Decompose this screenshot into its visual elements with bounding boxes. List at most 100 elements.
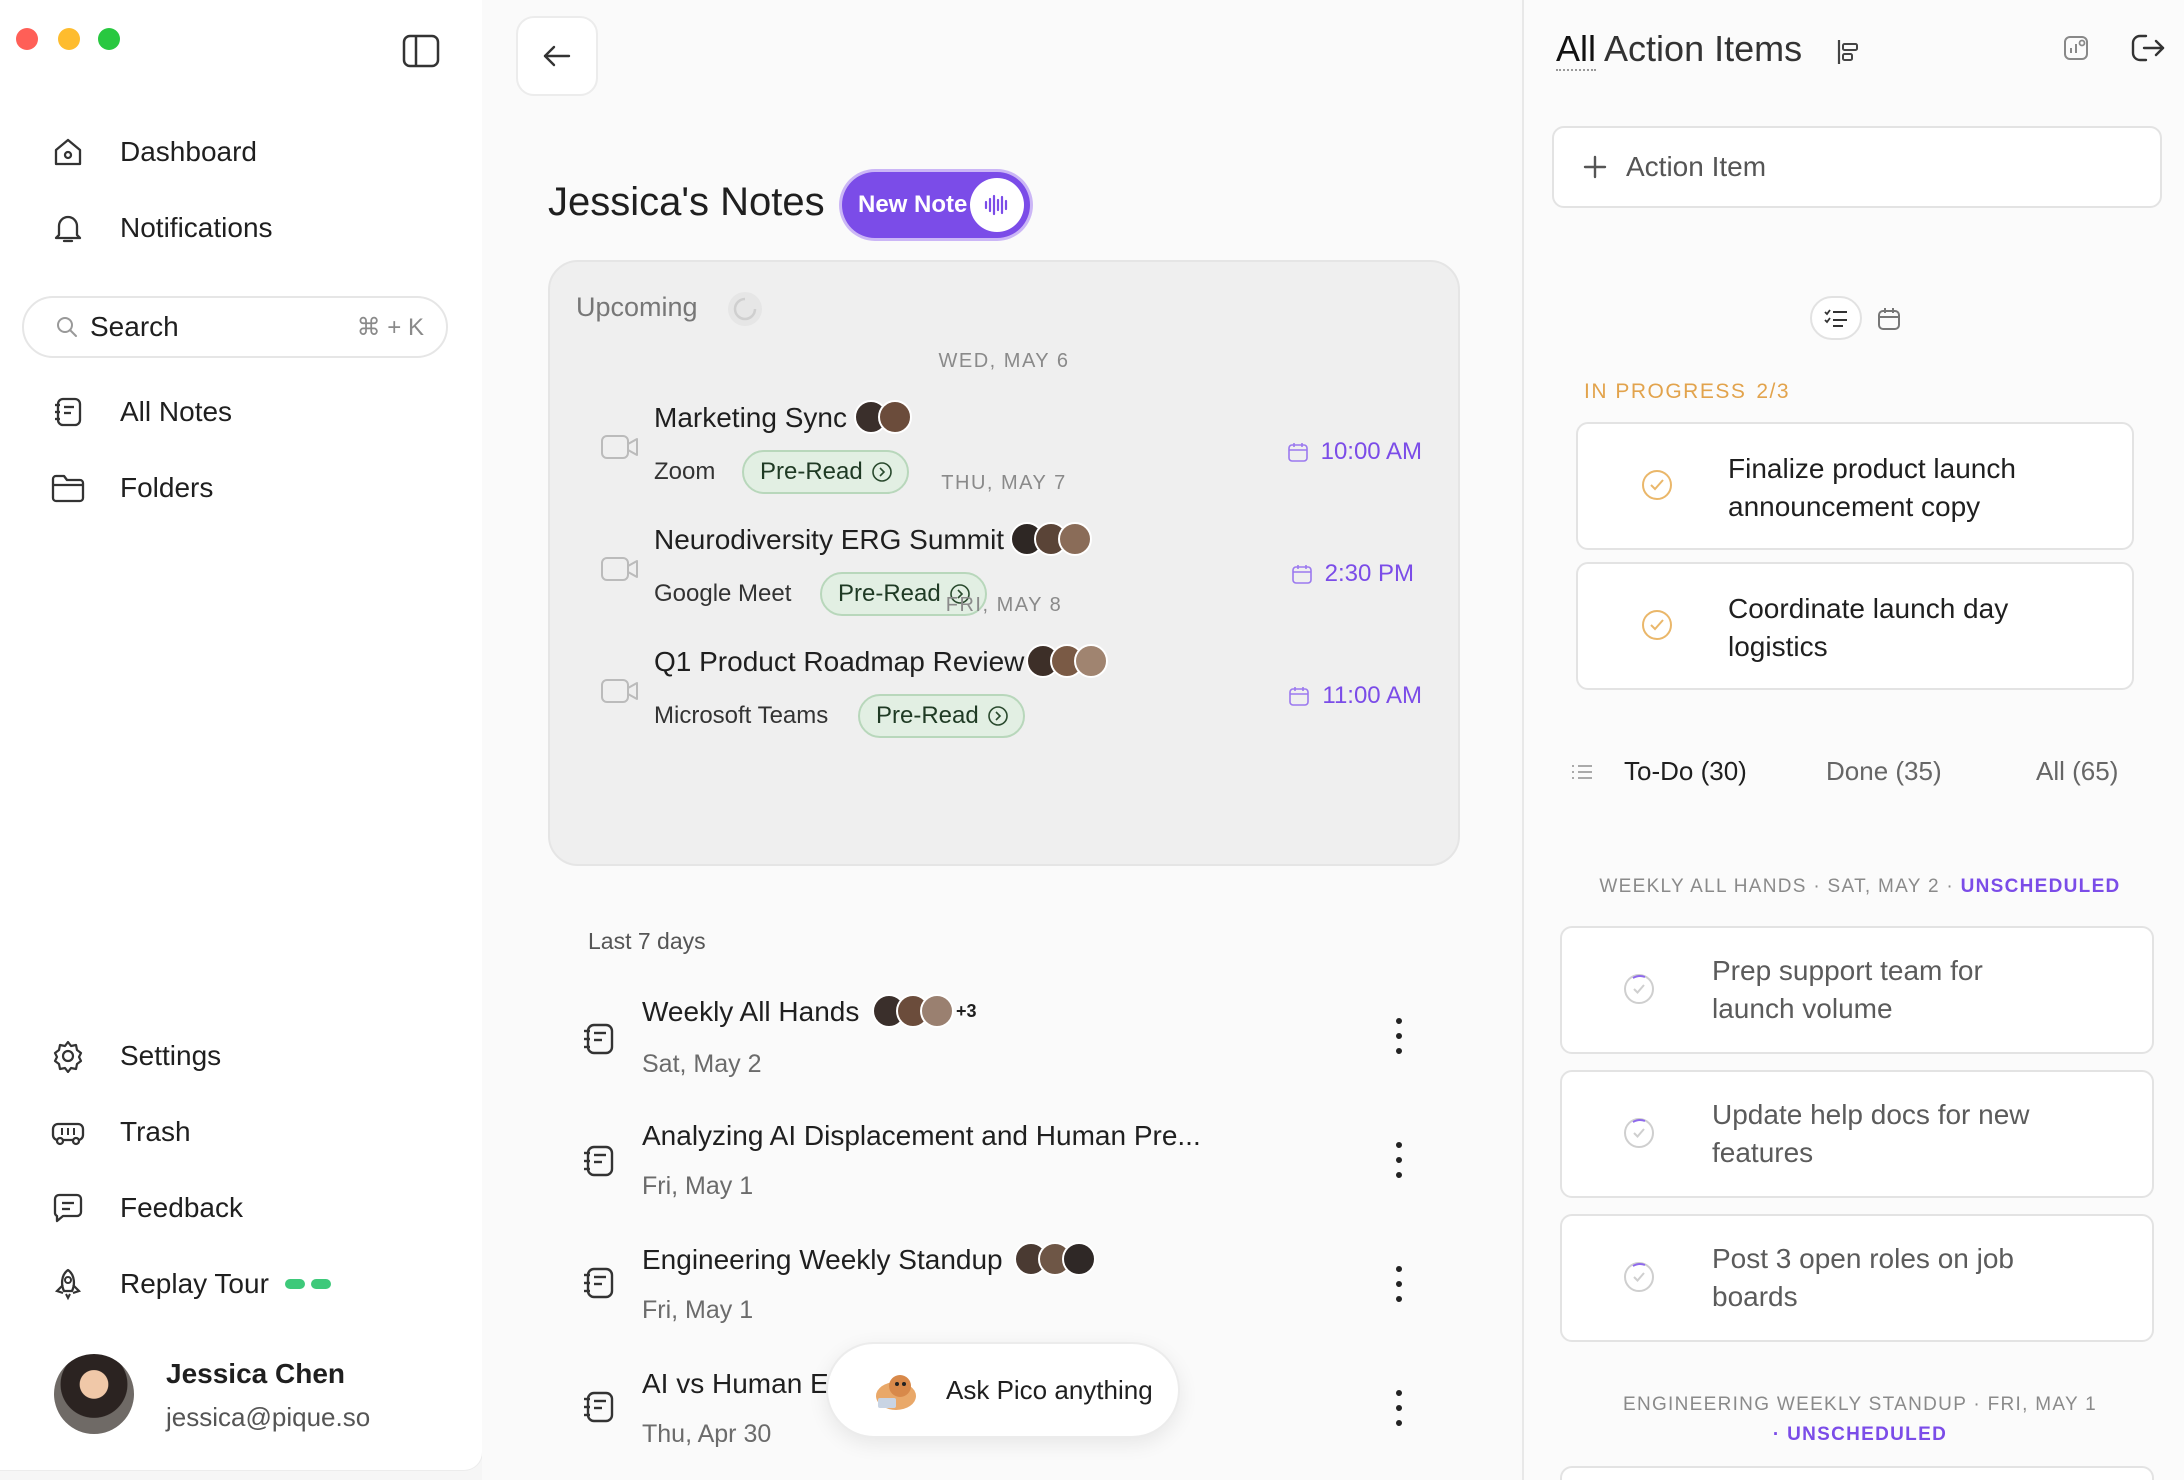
- analytics-icon[interactable]: [2062, 34, 2090, 62]
- sidebar-item-label: Feedback: [120, 1192, 243, 1223]
- avatar[interactable]: [54, 1354, 134, 1434]
- calendar-icon: [1288, 685, 1310, 707]
- sidebar-item-label: Dashboard: [120, 136, 257, 167]
- group-header: WEEKLY ALL HANDS · SAT, MAY 2 · UNSCHEDU…: [1560, 876, 2160, 898]
- note-date: Sat, May 2: [642, 1050, 762, 1078]
- meeting-time: 2:30 PM: [1291, 560, 1414, 588]
- meeting-platform: Microsoft Teams: [654, 702, 829, 729]
- action-item-card[interactable]: [1560, 1466, 2154, 1480]
- tab-done[interactable]: Done (35): [1826, 756, 1942, 787]
- group-header-label: WEEKLY ALL HANDS · SAT, MAY 2 ·: [1599, 876, 1955, 897]
- calendar-icon: [1291, 563, 1313, 585]
- todo-check-icon[interactable]: [1622, 972, 1656, 1006]
- meeting-time: 10:00 AM: [1287, 438, 1422, 466]
- in-progress-check-icon[interactable]: [1640, 608, 1674, 642]
- search-icon: [54, 314, 80, 340]
- window-close-button[interactable]: [16, 28, 38, 50]
- video-camera-icon: [600, 554, 640, 584]
- more-options-icon[interactable]: [1394, 1390, 1404, 1426]
- video-camera-icon: [600, 432, 640, 462]
- list-view-toggle[interactable]: [1810, 296, 1862, 340]
- user-name: Jessica Chen: [166, 1358, 345, 1389]
- attendee-avatars: +3: [872, 994, 977, 1028]
- sidebar-item-folders[interactable]: Folders: [50, 462, 213, 514]
- meeting-title[interactable]: Neurodiversity ERG Summit: [654, 524, 1004, 556]
- note-title[interactable]: Analyzing AI Displacement and Human Pre.…: [642, 1120, 1201, 1152]
- avatar: [920, 994, 954, 1028]
- meeting-time-label: 2:30 PM: [1324, 560, 1414, 587]
- home-icon: [50, 134, 86, 170]
- attendee-avatars: [1026, 644, 1108, 678]
- more-options-icon[interactable]: [1394, 1142, 1404, 1178]
- sidebar-item-trash[interactable]: Trash: [50, 1106, 191, 1158]
- in-progress-count: 2/3: [1756, 380, 1791, 403]
- action-item-card[interactable]: Prep support team for launch volume: [1560, 926, 2154, 1054]
- back-button[interactable]: [516, 16, 598, 96]
- sidebar-item-all-notes[interactable]: All Notes: [50, 386, 232, 438]
- sidebar-item-notifications[interactable]: Notifications: [50, 202, 273, 254]
- action-item-text: Post 3 open roles on job boards: [1712, 1240, 2014, 1316]
- more-options-icon[interactable]: [1394, 1266, 1404, 1302]
- action-item-card[interactable]: Post 3 open roles on job boards: [1560, 1214, 2154, 1342]
- loading-spinner-icon: [726, 290, 764, 328]
- ask-pico-label: Ask Pico anything: [946, 1374, 1153, 1405]
- more-options-icon[interactable]: [1394, 1018, 1404, 1054]
- note-icon: [580, 1142, 618, 1180]
- search-input[interactable]: Search ⌘ + K: [22, 296, 448, 358]
- sidebar-item-settings[interactable]: Settings: [50, 1030, 221, 1082]
- meeting-title[interactable]: Q1 Product Roadmap Review: [654, 646, 1024, 678]
- checklist-icon: [1823, 307, 1849, 329]
- todo-check-icon[interactable]: [1622, 1116, 1656, 1150]
- sidebar-item-label: Trash: [120, 1116, 191, 1147]
- action-item-card[interactable]: Coordinate launch day logistics: [1576, 562, 2134, 690]
- day-label: FRI, MAY 8: [945, 594, 1063, 616]
- meeting-title[interactable]: Marketing Sync: [654, 402, 847, 434]
- day-label: THU, MAY 7: [941, 472, 1067, 494]
- add-action-label: Action Item: [1626, 151, 1767, 182]
- ask-pico-button[interactable]: Ask Pico anything: [826, 1342, 1180, 1438]
- filter-list-icon[interactable]: [1570, 762, 1594, 782]
- tab-todo[interactable]: To-Do (30): [1624, 756, 1747, 787]
- action-item-card[interactable]: Update help docs for new features: [1560, 1070, 2154, 1198]
- action-item-line: Update help docs for new: [1712, 1099, 2030, 1130]
- action-item-line: Prep support team for: [1712, 955, 1983, 986]
- in-progress-header: IN PROGRESS 2/3: [1584, 380, 1790, 404]
- action-item-line: announcement copy: [1728, 491, 1981, 522]
- rocket-icon: [50, 1266, 86, 1302]
- window-minimize-button[interactable]: [58, 28, 80, 50]
- align-left-icon[interactable]: [1836, 38, 1862, 66]
- action-item-line: Post 3 open roles on job: [1712, 1243, 2014, 1274]
- attendee-avatars: [1010, 522, 1092, 556]
- sidebar-toggle-icon[interactable]: [402, 34, 440, 68]
- action-item-card[interactable]: Finalize product launch announcement copy: [1576, 422, 2134, 550]
- exit-icon[interactable]: [2130, 32, 2166, 64]
- new-note-button[interactable]: New Note: [842, 172, 1030, 238]
- sidebar-item-feedback[interactable]: Feedback: [50, 1182, 243, 1234]
- sidebar-item-dashboard[interactable]: Dashboard: [50, 126, 257, 178]
- sidebar-item-replay-tour[interactable]: Replay Tour: [50, 1258, 331, 1310]
- note-date: Fri, May 1: [642, 1172, 754, 1200]
- avatar: [1058, 522, 1092, 556]
- action-item-line: Finalize product launch: [1728, 453, 2016, 484]
- page-title: Jessica's Notes: [548, 180, 825, 224]
- calendar-view-icon[interactable]: [1876, 306, 1902, 332]
- action-item-line: Coordinate launch day: [1728, 593, 2009, 624]
- action-items-title: All Action Items: [1556, 28, 1802, 71]
- title-prefix[interactable]: All: [1556, 28, 1597, 71]
- in-progress-check-icon[interactable]: [1640, 468, 1674, 502]
- note-title[interactable]: AI vs Human E: [642, 1368, 829, 1400]
- add-action-item-button[interactable]: Action Item: [1552, 126, 2162, 208]
- chevron-right-circle-icon: [987, 705, 1009, 727]
- notes-icon: [50, 394, 86, 430]
- upcoming-label: Upcoming: [576, 292, 698, 322]
- tab-all[interactable]: All (65): [2036, 756, 2118, 787]
- note-title[interactable]: Weekly All Hands: [642, 996, 859, 1028]
- window-zoom-button[interactable]: [98, 28, 120, 50]
- note-title[interactable]: Engineering Weekly Standup: [642, 1244, 1003, 1276]
- pre-read-button[interactable]: Pre-Read: [858, 694, 1025, 738]
- new-note-label: New Note: [858, 191, 968, 218]
- action-item-line: logistics: [1728, 631, 1828, 662]
- group-status: · UNSCHEDULED: [1772, 1424, 1948, 1445]
- avatar: [1074, 644, 1108, 678]
- todo-check-icon[interactable]: [1622, 1260, 1656, 1294]
